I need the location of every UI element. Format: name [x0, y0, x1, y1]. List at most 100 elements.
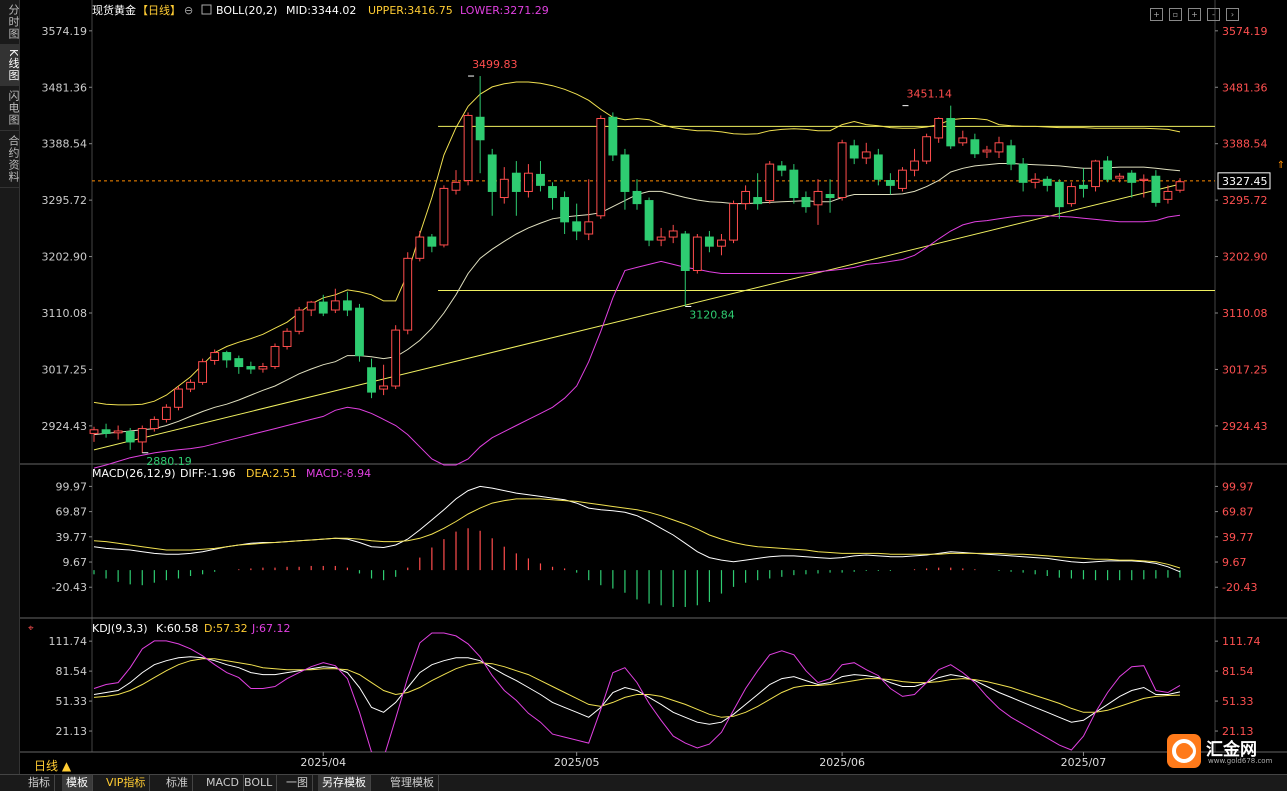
candle-body: [174, 388, 183, 408]
candle-body: [1066, 186, 1076, 205]
candle-body: [439, 187, 449, 246]
y-tick-left: 81.54: [56, 665, 88, 678]
candle-body: [282, 330, 292, 347]
macd-macd-label: MACD:-8.94: [306, 467, 371, 480]
candle-body: [367, 367, 376, 393]
kdj-settings-icon: ⌖: [28, 623, 34, 634]
chart-toolbar: + ▫ + - ›: [1150, 2, 1245, 21]
boll-lower-label: LOWER:3271.29: [460, 4, 549, 17]
bottom-tab-4[interactable]: MACD: [202, 775, 244, 791]
candle-body: [982, 149, 992, 153]
fullscreen-icon[interactable]: ▫: [1169, 8, 1182, 21]
kdj-j-label: J:67.12: [251, 622, 290, 635]
minus-icon: ⊖: [184, 4, 193, 17]
y-tick-right: 3017.25: [1222, 363, 1268, 376]
candle-body: [234, 358, 244, 368]
chart-area[interactable]: 3574.19 3574.19 3481.36 3481.36 3388.54 3388.…: [0, 0, 1287, 774]
boll-name: BOLL(20,2): [216, 4, 277, 17]
candle-body: [934, 117, 944, 139]
y-tick-left: 2924.43: [42, 420, 88, 433]
candle-body: [379, 385, 389, 390]
y-tick-left: 21.13: [56, 725, 88, 738]
candle-body: [885, 180, 895, 186]
current-price-label: 3327.45: [1222, 175, 1268, 188]
candle-body: [692, 236, 702, 271]
candle-body: [246, 366, 256, 370]
candle-body: [922, 136, 932, 162]
arrow-icon[interactable]: ›: [1226, 8, 1239, 21]
candle-body: [777, 165, 787, 171]
price-annotation: 3120.84: [689, 308, 735, 321]
y-tick-left: 3017.25: [42, 363, 88, 376]
candle-body: [1103, 160, 1113, 180]
bottom-tab-2[interactable]: VIP指标: [102, 775, 151, 791]
kdj-j-line: [93, 632, 1181, 752]
y-tick-right: 3481.36: [1222, 81, 1268, 94]
candle-body: [1115, 175, 1125, 179]
candle-body: [270, 345, 280, 368]
bottom-tab-7[interactable]: 另存模板: [318, 775, 371, 791]
boll-upper-line: [93, 81, 1181, 406]
candle-body: [451, 181, 461, 191]
boll-lower-line: [93, 214, 1181, 469]
move-icon[interactable]: +: [1150, 8, 1163, 21]
candle-body: [741, 190, 751, 205]
candle-body: [1030, 178, 1040, 183]
candle-body: [813, 190, 823, 206]
candle-body: [970, 139, 980, 155]
candle-body: [511, 172, 521, 192]
candle-body: [825, 193, 835, 199]
kdj-k-line: [93, 656, 1181, 725]
bottom-tab-8[interactable]: 管理模板: [386, 775, 439, 791]
candle-body: [801, 197, 811, 208]
y-tick-left: 3388.54: [42, 138, 88, 151]
y-tick-right: 9.67: [1222, 556, 1247, 569]
candle-body: [463, 114, 473, 182]
macd-dea-label: DEA:2.51: [246, 467, 297, 480]
candle-body: [560, 197, 570, 223]
y-tick-left: 111.74: [49, 635, 88, 648]
boll-mid-label: MID:3344.02: [286, 4, 356, 17]
candle-body: [137, 428, 147, 443]
bottom-tab-6[interactable]: 一图: [282, 775, 313, 791]
y-tick-left: 3574.19: [42, 25, 88, 38]
candle-body: [125, 431, 135, 443]
x-tick-label: 2025/05: [554, 756, 600, 769]
candle-body: [548, 186, 557, 199]
logo-url: www.gold678.com: [1208, 757, 1273, 765]
bottom-tab-5[interactable]: BOLL: [240, 775, 278, 791]
x-tick-label: 2025/06: [819, 756, 865, 769]
logo: 汇金网 www.gold678.com: [1166, 733, 1284, 769]
candle-body: [1006, 145, 1016, 165]
bottom-tab-0[interactable]: 指标: [24, 775, 55, 791]
candle-body: [342, 300, 352, 311]
candle-body: [1079, 184, 1088, 189]
candle-body: [294, 309, 304, 332]
candle-body: [499, 178, 509, 199]
price-annotation: 3451.14: [906, 88, 952, 101]
candle-body: [789, 169, 799, 199]
candle-body: [1042, 178, 1052, 186]
candle-body: [355, 307, 364, 357]
zoom-out-icon[interactable]: -: [1207, 8, 1220, 21]
y-tick-right: 99.97: [1222, 480, 1254, 493]
y-tick-right: 3110.08: [1222, 307, 1268, 320]
candle-body: [680, 233, 690, 271]
candle-body: [149, 418, 159, 430]
candle-body: [101, 429, 111, 434]
bottom-tab-3[interactable]: 标准: [162, 775, 193, 791]
trend-line: [93, 183, 1181, 451]
candle-body: [861, 151, 871, 159]
candle-body: [1175, 181, 1185, 191]
period-label[interactable]: 日线 ▲: [34, 757, 71, 774]
candle-body: [656, 236, 666, 241]
kdj-title: KDJ(9,3,3): [92, 622, 148, 635]
zoom-in-icon[interactable]: +: [1188, 8, 1201, 21]
candle-body: [837, 142, 847, 199]
y-tick-right: -20.43: [1222, 581, 1257, 594]
period-tag: 【日线】: [137, 3, 181, 17]
candle-body: [306, 301, 316, 311]
candle-body: [330, 300, 340, 311]
bottom-tab-1[interactable]: 模板: [62, 775, 93, 791]
candle-body: [475, 116, 485, 141]
